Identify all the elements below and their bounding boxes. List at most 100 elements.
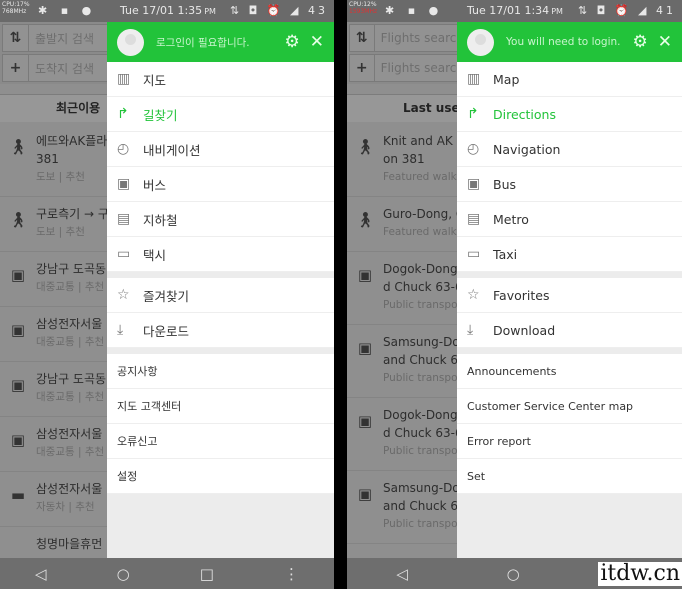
origin-search-input[interactable]: ⇅ Flights search <box>349 24 465 52</box>
list-item-subtitle: Public transport <box>383 299 466 311</box>
avatar[interactable] <box>117 28 144 56</box>
plus-icon[interactable]: + <box>350 55 375 81</box>
taxi-icon: ▭ <box>117 246 131 262</box>
menu-item[interactable]: Error report <box>457 424 682 459</box>
close-icon[interactable]: ✕ <box>658 32 672 52</box>
navigation-bar: ◁ ○ □ ⋮ <box>0 558 334 589</box>
menu-item-directions[interactable]: ↱ Directions <box>457 97 682 132</box>
battery-level: 43 <box>308 4 328 17</box>
phone-english: CPU:12% 1593MHz ✱ ▪ ● Tue 17/01 1:34 PM ⇅ ◘ ⏰… <box>347 0 682 589</box>
menu-item[interactable]: 설정 <box>107 459 334 494</box>
list-item[interactable]: 🚶︎ Knit and AK on 381 Featured walk <box>347 124 467 197</box>
menu-group-info: Announcements Customer Service Center map… <box>457 354 682 494</box>
menu-item-taxi[interactable]: ▭ 택시 <box>107 237 334 272</box>
menu-group-main: ▥ Map ↱ Directions ◴ Navigation ▣ Bus ▤ Metro ▭ Tax… <box>457 62 682 272</box>
destination-search-input[interactable]: + Flights search <box>349 54 465 82</box>
tab-recent[interactable]: 최근이용 <box>0 94 120 122</box>
destination-search-input-placeholder: Flights search <box>380 61 464 75</box>
drawer-header: 로그인이 필요합니다. ⚙ ✕ <box>107 22 334 62</box>
recent-list: 🚶︎ 에뜨와AK플라 381 도보 | 추천 🚶︎ 구로측기 → 구 도보 | 추천 ▣ 강남구… <box>0 124 120 564</box>
menu-item-bus[interactable]: ▣ Bus <box>457 167 682 202</box>
gear-icon[interactable]: ⚙ <box>633 32 648 52</box>
avatar[interactable] <box>467 28 494 56</box>
menu-item-label: Metro <box>493 211 529 227</box>
tab-recent[interactable]: Last used <box>347 94 468 122</box>
list-item[interactable]: 🚶︎ 에뜨와AK플라 381 도보 | 추천 <box>0 124 120 197</box>
clock-time: Tue 17/01 1:34 <box>467 4 550 17</box>
login-prompt[interactable]: You will need to login. <box>506 36 633 48</box>
menu-item-navigation[interactable]: ◴ Navigation <box>457 132 682 167</box>
metro-icon: ▤ <box>467 211 481 227</box>
login-prompt[interactable]: 로그인이 필요합니다. <box>156 35 285 50</box>
list-item[interactable]: ▣ Samsung-Do and Chuck 6 Public transport <box>347 471 467 544</box>
menu-item-download[interactable]: ⤓ Download <box>457 313 682 348</box>
recents-button[interactable]: □ <box>200 565 214 583</box>
metro-icon: ▤ <box>117 211 131 227</box>
list-item-text: Guro-Dong, G Featured walk <box>383 205 467 241</box>
list-item[interactable]: ▣ 강남구 도곡동 대중교통 | 추천 <box>0 362 120 417</box>
list-item-title: Samsung-Do <box>383 481 460 495</box>
menu-item[interactable]: 지도 고객센터 <box>107 389 334 424</box>
menu-item-metro[interactable]: ▤ 지하철 <box>107 202 334 237</box>
list-item[interactable]: ▣ 삼성전자서울 대중교통 | 추천 <box>0 417 120 472</box>
bus-icon: ▣ <box>10 321 26 339</box>
swap-icon[interactable]: ⇅ <box>3 25 29 51</box>
list-item-text: Samsung-Do and Chuck 6 Public transport <box>383 479 467 533</box>
menu-item-bus[interactable]: ▣ 버스 <box>107 167 334 202</box>
list-item[interactable]: ▣ Dogok-Dong d Chuck 63-6 Public transport <box>347 252 467 325</box>
blank-icon <box>0 535 36 553</box>
list-item[interactable]: ▣ 강남구 도곡동 대중교통 | 추천 <box>0 252 120 307</box>
bus-icon: ▣ <box>357 266 373 284</box>
destination-search-input[interactable]: + 도착지 검색 <box>2 54 118 82</box>
menu-item-directions[interactable]: ↱ 길찾기 <box>107 97 334 132</box>
menu-item[interactable]: Customer Service Center map <box>457 389 682 424</box>
list-item[interactable]: 🚶︎ 구로측기 → 구 도보 | 추천 <box>0 197 120 252</box>
phone-korean: CPU:17% 768MHz ✱ ▪ ● Tue 17/01 1:35 PM ⇅ ◘ ⏰ … <box>0 0 334 589</box>
search-panel: ⇅ Flights search + Flights search <box>347 22 467 84</box>
menu-item-map[interactable]: ▥ Map <box>457 62 682 97</box>
cpu-frequency: 1593MHz <box>349 8 378 15</box>
list-item-subtitle: Featured walk <box>383 171 457 183</box>
signal-icon: ⇅ ◘ ⏰ ◢ <box>577 4 656 17</box>
list-item-title: on 381 <box>383 152 425 166</box>
back-button[interactable]: ◁ <box>396 565 408 583</box>
bus-icon: ▣ <box>467 176 481 192</box>
list-item[interactable]: ▣ 삼성전자서울 대중교통 | 추천 <box>0 307 120 362</box>
list-item-text: Samsung-Do and Chuck 6 Public transport <box>383 333 467 387</box>
menu-item-download[interactable]: ⤓ 다운로드 <box>107 313 334 348</box>
list-item[interactable]: ▣ Samsung-Do and Chuck 6 Public transport <box>347 325 467 398</box>
gear-icon[interactable]: ⚙ <box>285 32 300 52</box>
list-item[interactable]: ▬ 삼성전자서울 자동차 | 추천 <box>0 472 120 527</box>
menu-item-navigation[interactable]: ◴ 내비게이션 <box>107 132 334 167</box>
menu-item-star[interactable]: ☆ 즐겨찾기 <box>107 278 334 313</box>
star-icon: ☆ <box>117 287 130 303</box>
list-item[interactable]: ▣ Dogok-Dong d Chuck 63-6 Public transport <box>347 398 467 471</box>
menu-item-label: Favorites <box>493 287 550 303</box>
walk-icon: 🚶︎ <box>355 211 375 229</box>
close-icon[interactable]: ✕ <box>310 32 324 52</box>
battery-level: 41 <box>656 4 676 17</box>
origin-search-input-placeholder: 출발지 검색 <box>35 31 95 46</box>
notification-icons: ✱ ▪ ● <box>385 4 444 17</box>
list-item[interactable]: 🚶︎ Guro-Dong, G Featured walk <box>347 197 467 252</box>
bus-icon: ▣ <box>10 431 26 449</box>
more-options-icon[interactable]: ⋮ <box>284 565 299 583</box>
home-button[interactable]: ○ <box>117 565 130 583</box>
cpu-readout: CPU:12% 1593MHz <box>349 1 377 15</box>
menu-item[interactable]: Announcements <box>457 354 682 389</box>
menu-item-taxi[interactable]: ▭ Taxi <box>457 237 682 272</box>
list-item-text: Knit and AK on 381 Featured walk <box>383 132 467 186</box>
swap-icon[interactable]: ⇅ <box>350 25 375 51</box>
menu-item-map[interactable]: ▥ 지도 <box>107 62 334 97</box>
list-item-title: Dogok-Dong <box>383 408 458 422</box>
menu-item[interactable]: Set <box>457 459 682 494</box>
plus-icon[interactable]: + <box>3 55 29 81</box>
menu-item[interactable]: 오류신고 <box>107 424 334 459</box>
list-item-title: and Chuck 6 <box>383 499 458 513</box>
menu-item[interactable]: 공지사항 <box>107 354 334 389</box>
home-button[interactable]: ○ <box>507 565 520 583</box>
menu-item-star[interactable]: ☆ Favorites <box>457 278 682 313</box>
menu-item-metro[interactable]: ▤ Metro <box>457 202 682 237</box>
origin-search-input[interactable]: ⇅ 출발지 검색 <box>2 24 118 52</box>
back-button[interactable]: ◁ <box>35 565 47 583</box>
